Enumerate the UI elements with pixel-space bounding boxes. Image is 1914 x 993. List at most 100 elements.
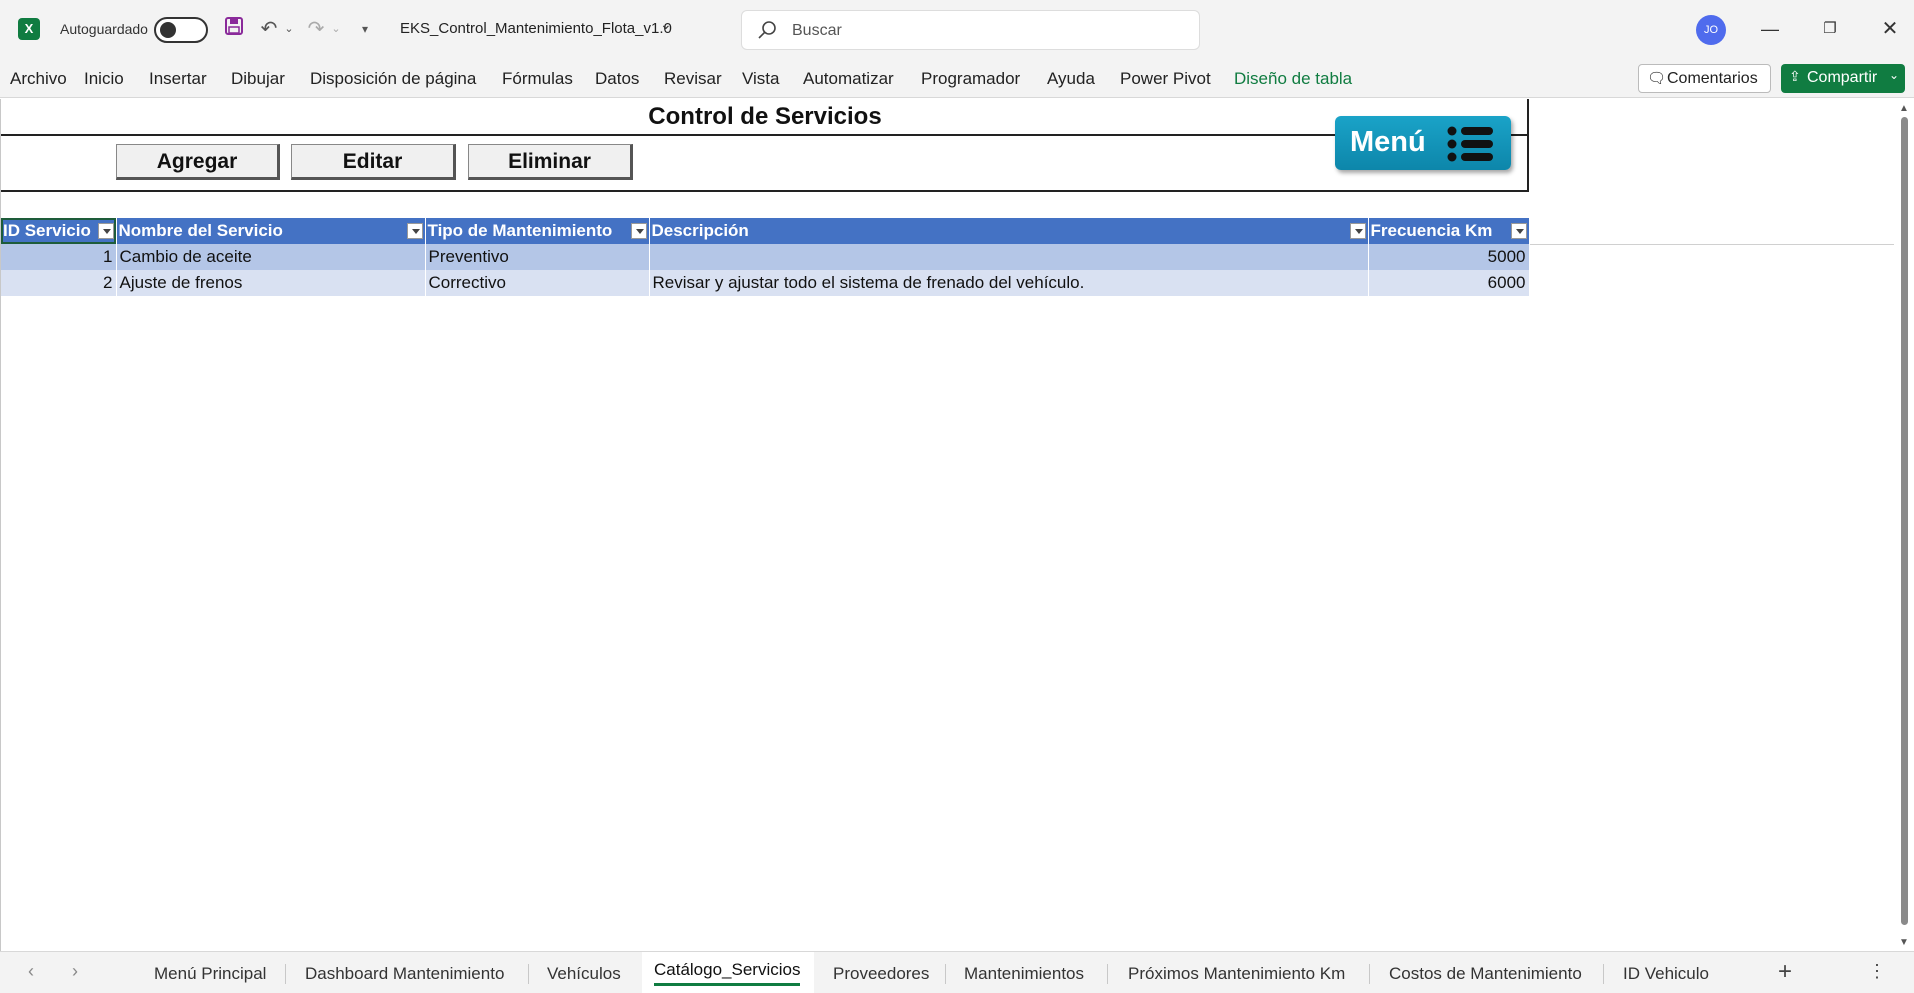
- scroll-up-icon[interactable]: ▲: [1899, 103, 1909, 114]
- sheet-tab-costos[interactable]: Costos de Mantenimiento: [1389, 964, 1582, 984]
- table-row: 2 Ajuste de frenos Correctivo Revisar y …: [1, 270, 1530, 296]
- redo-icon[interactable]: ↷: [303, 16, 329, 42]
- tab-separator: [528, 964, 529, 984]
- chevron-down-icon[interactable]: ⌄: [1889, 68, 1899, 82]
- cell-descripcion[interactable]: [649, 244, 1369, 270]
- edit-button[interactable]: Editar: [291, 144, 456, 180]
- search-box[interactable]: [741, 10, 1200, 50]
- add-button[interactable]: Agregar: [116, 144, 280, 180]
- autosave-toggle[interactable]: [154, 17, 208, 43]
- filter-dropdown-icon[interactable]: [630, 223, 647, 239]
- header-label: Tipo de Mantenimiento: [427, 221, 613, 240]
- share-icon: ⇪: [1789, 68, 1801, 84]
- filter-dropdown-icon[interactable]: [406, 223, 423, 239]
- tab-datos[interactable]: Datos: [595, 69, 639, 89]
- header-id-servicio[interactable]: ID Servicio: [1, 218, 117, 244]
- sheet-tab-id-vehiculo[interactable]: ID Vehiculo: [1623, 964, 1709, 984]
- menu-label: Menú: [1350, 126, 1426, 158]
- sheet-tab-proveedores[interactable]: Proveedores: [833, 964, 929, 984]
- sheet-tab-proximos-km[interactable]: Próximos Mantenimiento Km: [1128, 964, 1345, 984]
- sheet-tab-bar: ‹ › Menú Principal Dashboard Mantenimien…: [0, 951, 1914, 993]
- filter-dropdown-icon[interactable]: [97, 223, 114, 239]
- tab-ayuda[interactable]: Ayuda: [1047, 69, 1095, 89]
- add-sheet-icon[interactable]: +: [1778, 958, 1792, 986]
- tab-insertar[interactable]: Insertar: [149, 69, 207, 89]
- search-input[interactable]: [792, 19, 1172, 43]
- toggle-knob: [160, 22, 176, 38]
- tab-dibujar[interactable]: Dibujar: [231, 69, 285, 89]
- share-button[interactable]: ⇪ Compartir ⌄: [1781, 64, 1905, 93]
- minimize-icon[interactable]: —: [1750, 12, 1790, 46]
- tab-inicio[interactable]: Inicio: [84, 69, 124, 89]
- title-bar: X Autoguardado ↶ ⌄ ↷ ⌄ ▾ EKS_Control_Man…: [0, 0, 1914, 60]
- share-label: Compartir: [1807, 69, 1878, 86]
- search-icon: [758, 21, 776, 39]
- cell-frecuencia[interactable]: 5000: [1368, 244, 1530, 270]
- tab-separator: [945, 964, 946, 984]
- delete-button[interactable]: Eliminar: [468, 144, 633, 180]
- more-options-icon[interactable]: ⋮: [1868, 961, 1886, 982]
- header-nombre-servicio[interactable]: Nombre del Servicio: [116, 218, 426, 244]
- sheet-tab-dashboard[interactable]: Dashboard Mantenimiento: [305, 964, 504, 984]
- undo-dropdown-icon[interactable]: ⌄: [282, 16, 296, 42]
- sheet-tab-menu-principal[interactable]: Menú Principal: [154, 964, 266, 984]
- vertical-scrollbar[interactable]: ▲ ▼: [1894, 99, 1914, 951]
- cell-tipo[interactable]: Correctivo: [425, 270, 650, 296]
- cell-id[interactable]: 2: [1, 270, 117, 296]
- chevron-down-icon[interactable]: ⌄: [660, 16, 672, 33]
- save-icon[interactable]: [221, 16, 247, 42]
- scrollbar-thumb[interactable]: [1901, 117, 1908, 925]
- chevron-left-icon[interactable]: ‹: [28, 961, 34, 982]
- table-header-row: ID Servicio Nombre del Servicio Tipo de …: [1, 218, 1530, 244]
- tab-diseno-de-tabla[interactable]: Diseño de tabla: [1234, 69, 1352, 89]
- tab-power-pivot[interactable]: Power Pivot: [1120, 69, 1211, 89]
- header-frecuencia-km[interactable]: Frecuencia Km: [1368, 218, 1530, 244]
- comment-icon: 🗨: [1647, 70, 1667, 87]
- header-label: Nombre del Servicio: [118, 221, 283, 240]
- tab-programador[interactable]: Programador: [921, 69, 1020, 89]
- page-title: Control de Servicios: [1, 99, 1529, 136]
- filter-dropdown-icon[interactable]: [1510, 223, 1527, 239]
- redo-dropdown-icon[interactable]: ⌄: [329, 16, 343, 42]
- excel-window: X Autoguardado ↶ ⌄ ↷ ⌄ ▾ EKS_Control_Man…: [0, 0, 1914, 993]
- header-descripcion[interactable]: Descripción: [649, 218, 1369, 244]
- tab-automatizar[interactable]: Automatizar: [803, 69, 894, 89]
- ribbon-tabs: Archivo Inicio Insertar Dibujar Disposic…: [0, 60, 1914, 98]
- table-row: 1 Cambio de aceite Preventivo 5000: [1, 244, 1530, 270]
- comments-button[interactable]: 🗨 Comentarios: [1638, 64, 1771, 93]
- tab-revisar[interactable]: Revisar: [664, 69, 722, 89]
- undo-icon[interactable]: ↶: [256, 16, 282, 42]
- document-title[interactable]: EKS_Control_Mantenimiento_Flota_v1.0: [400, 20, 672, 37]
- chevron-right-icon[interactable]: ›: [72, 961, 78, 982]
- sheet-tab-vehiculos[interactable]: Vehículos: [547, 964, 621, 984]
- cell-nombre[interactable]: Cambio de aceite: [116, 244, 426, 270]
- tab-disposicion[interactable]: Disposición de página: [310, 69, 476, 89]
- tab-separator: [1603, 964, 1604, 984]
- customize-quick-access-icon[interactable]: ▾: [352, 16, 378, 42]
- header-label: Frecuencia Km: [1370, 221, 1493, 240]
- filter-dropdown-icon[interactable]: [1349, 223, 1366, 239]
- menu-button[interactable]: Menú: [1335, 116, 1511, 170]
- cell-descripcion[interactable]: Revisar y ajustar todo el sistema de fre…: [649, 270, 1369, 296]
- cell-frecuencia[interactable]: 6000: [1368, 270, 1530, 296]
- cell-id[interactable]: 1: [1, 244, 117, 270]
- comments-label: Comentarios: [1667, 70, 1758, 87]
- cell-tipo[interactable]: Preventivo: [425, 244, 650, 270]
- sheet-tab-mantenimientos[interactable]: Mantenimientos: [964, 964, 1084, 984]
- autosave-label: Autoguardado: [60, 21, 148, 37]
- close-icon[interactable]: ✕: [1870, 12, 1910, 46]
- cell-nombre[interactable]: Ajuste de frenos: [116, 270, 426, 296]
- worksheet[interactable]: Control de Servicios Agregar Editar Elim…: [0, 99, 1895, 951]
- scroll-down-icon[interactable]: ▼: [1899, 937, 1909, 948]
- header-tipo-mantenimiento[interactable]: Tipo de Mantenimiento: [425, 218, 650, 244]
- tab-vista[interactable]: Vista: [742, 69, 780, 89]
- excel-logo-icon: X: [18, 18, 40, 40]
- tab-formulas[interactable]: Fórmulas: [502, 69, 573, 89]
- restore-icon[interactable]: ❐: [1810, 12, 1850, 46]
- header-label: ID Servicio: [3, 221, 91, 240]
- avatar[interactable]: JO: [1696, 15, 1726, 45]
- tab-separator: [1369, 964, 1370, 984]
- tab-archivo[interactable]: Archivo: [10, 69, 67, 89]
- list-icon: [1447, 126, 1493, 162]
- sheet-tab-catalogo-servicios[interactable]: Catálogo_Servicios: [654, 960, 801, 986]
